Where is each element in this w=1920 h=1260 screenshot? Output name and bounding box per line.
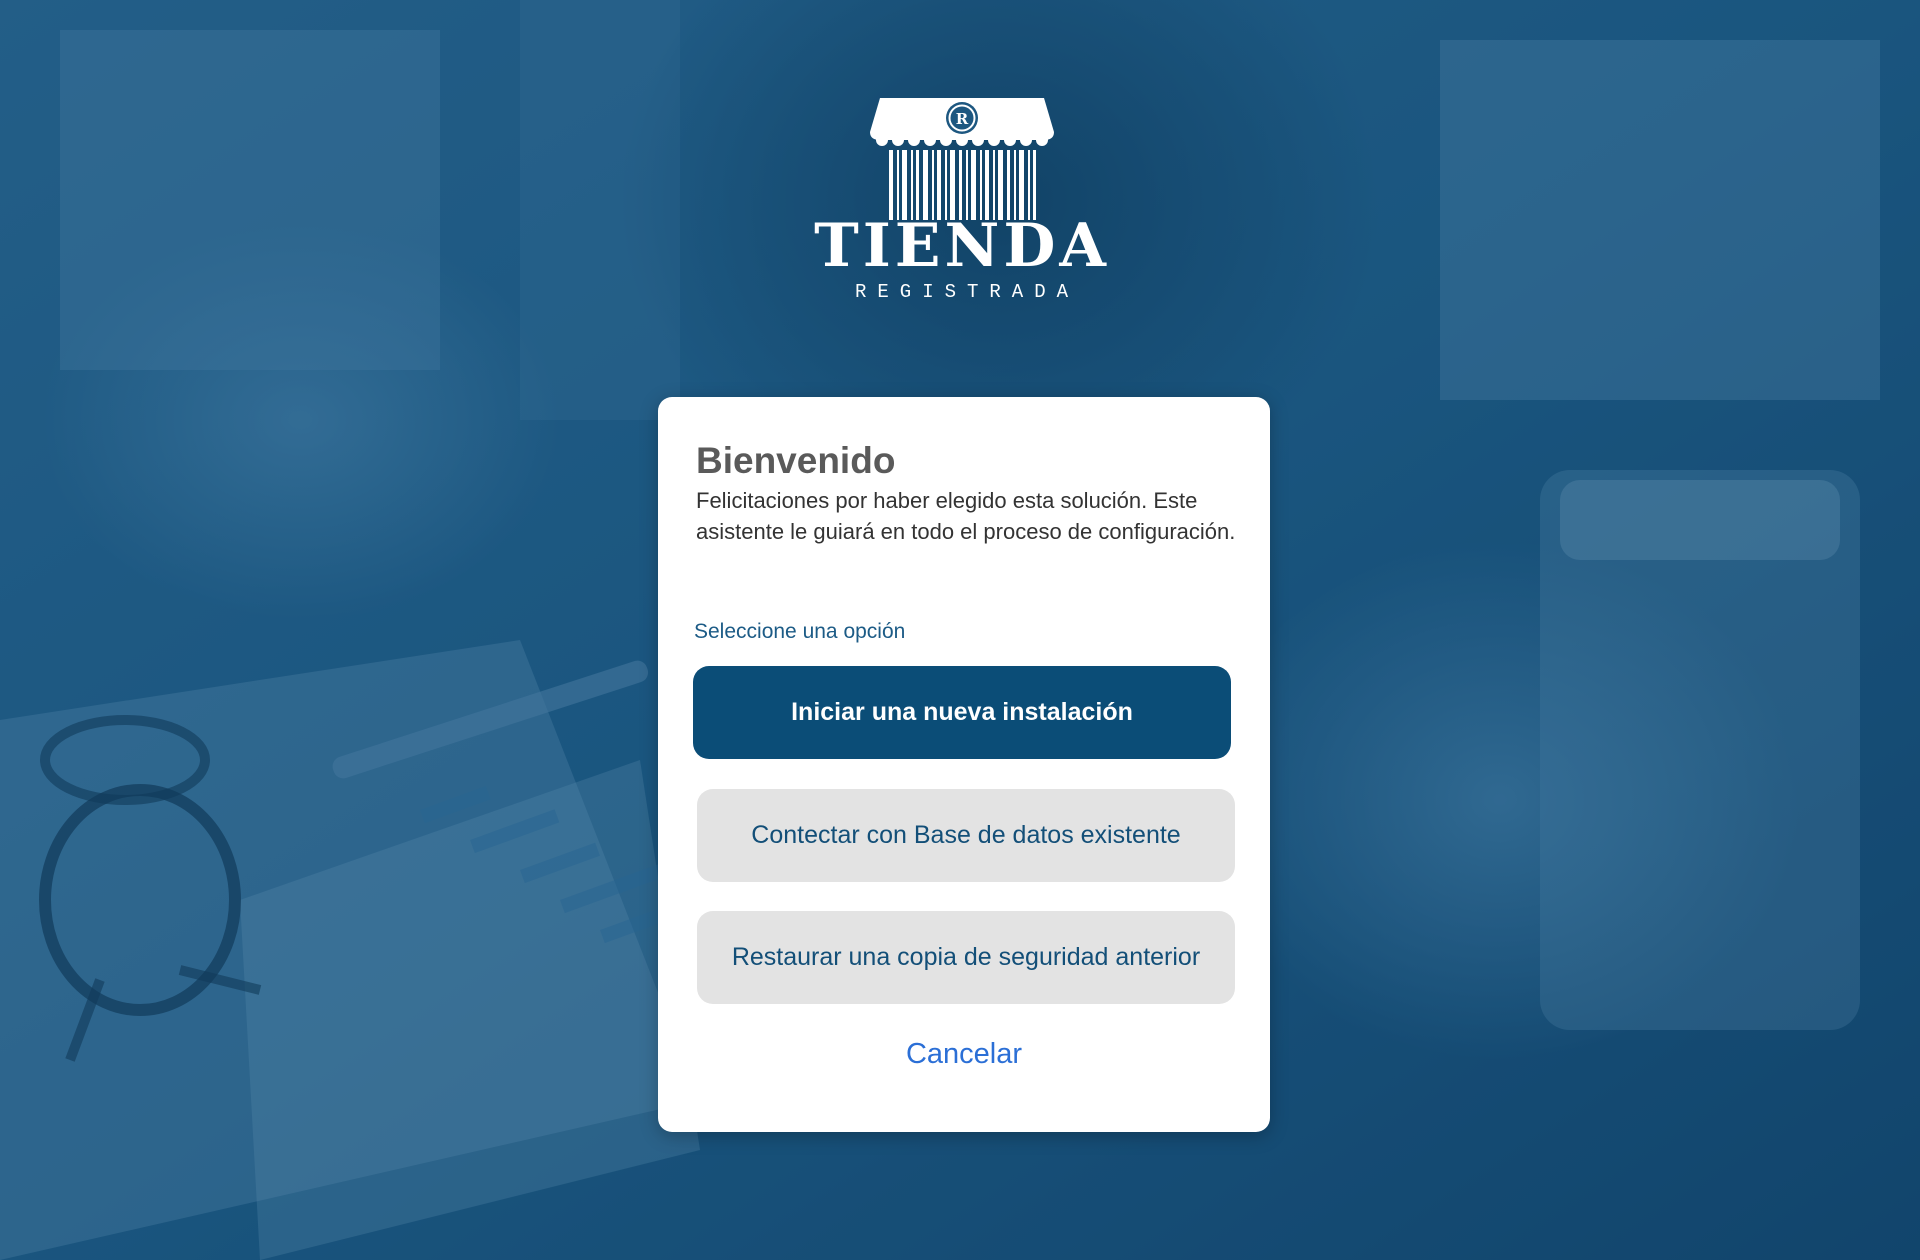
welcome-dialog: Bienvenido Felicitaciones por haber eleg…	[658, 397, 1270, 1132]
brand-title: TIENDA	[814, 211, 1110, 281]
options-label: Seleccione una opción	[694, 620, 906, 643]
connect-database-button[interactable]: Contectar con Base de datos existente	[697, 789, 1235, 882]
brand-subtitle: REGISTRADA	[854, 281, 1080, 303]
registered-mark: R	[956, 110, 969, 128]
storefront-barcode-icon: R	[870, 98, 1054, 220]
dialog-description: Felicitaciones por haber elegido esta so…	[696, 488, 1236, 544]
dialog-title: Bienvenido	[696, 440, 896, 481]
setup-wizard-screen: R TIENDA REGISTRADA Bienvenido Felicitac…	[0, 0, 1920, 1260]
app-logo: R TIENDA REGISTRADA	[812, 92, 1112, 312]
restore-backup-button[interactable]: Restaurar una copia de seguridad anterio…	[697, 911, 1235, 1004]
new-install-button[interactable]: Iniciar una nueva instalación	[693, 666, 1231, 759]
cancel-link[interactable]: Cancelar	[658, 1037, 1270, 1071]
